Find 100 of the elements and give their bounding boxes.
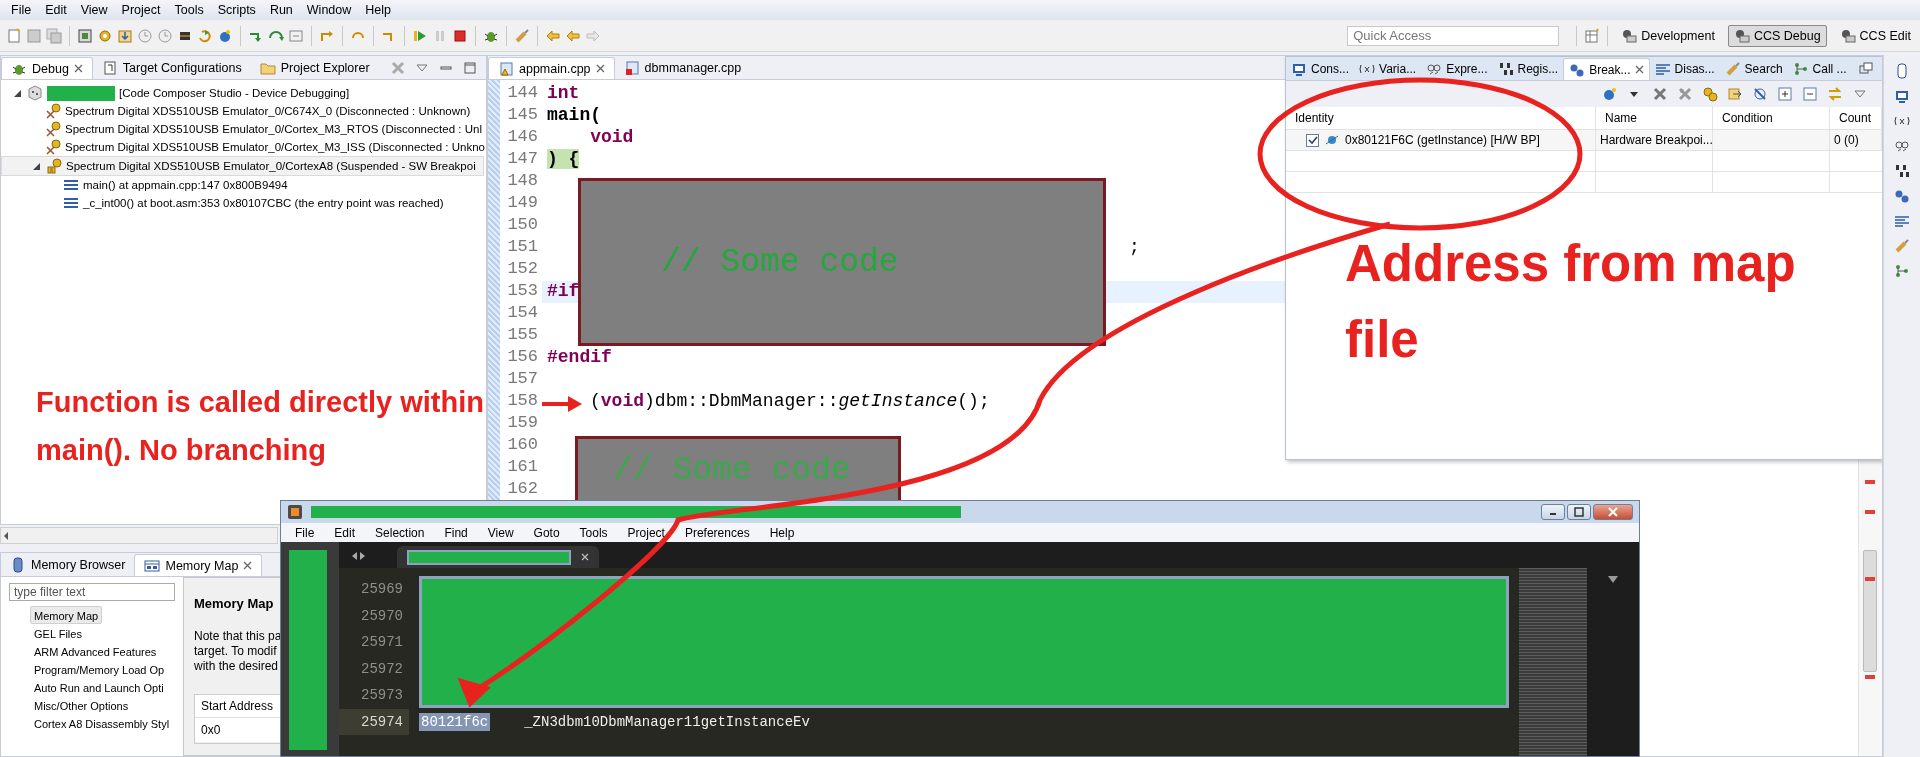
tree-item[interactable]: Spectrum Digital XDS510USB Emulator_0/C674X_0 (Disconnected : Unknown) <box>1 102 486 120</box>
close-icon[interactable] <box>73 64 83 73</box>
new-breakpoint-icon[interactable] <box>1602 86 1618 102</box>
tab[interactable]: Target Configurations <box>92 57 251 79</box>
tab[interactable]: Disas... <box>1649 58 1720 80</box>
tab[interactable]: Break... <box>1563 58 1650 80</box>
tree-item[interactable]: Spectrum Digital XDS510USB Emulator_0/Cortex_M3_ISS (Disconnected : Unkno <box>1 138 486 156</box>
remove-icon[interactable] <box>1652 86 1668 102</box>
category-item[interactable]: GEL Files <box>30 624 86 642</box>
scrollbar-thumb[interactable] <box>1863 550 1877 672</box>
lines-icon[interactable] <box>1894 213 1910 229</box>
category-item[interactable]: Auto Run and Launch Opti <box>30 678 168 696</box>
glasses-icon[interactable] <box>1894 138 1910 154</box>
tab[interactable]: Expre... <box>1421 58 1493 80</box>
menu-item[interactable]: Find <box>434 525 478 540</box>
minimize-button[interactable] <box>1541 504 1565 520</box>
close-icon[interactable] <box>1634 65 1644 74</box>
error-marker[interactable] <box>1865 510 1875 514</box>
line-number: 25974 <box>339 708 409 735</box>
maximize-icon[interactable] <box>462 60 478 76</box>
breakpoints-icon[interactable] <box>1894 188 1910 204</box>
collapse-arrow-icon[interactable] <box>32 161 42 171</box>
menu-item[interactable]: Scripts <box>210 3 263 17</box>
tree-item[interactable]: Spectrum Digital XDS510USB Emulator_0/CortexA8 (Suspended - SW Breakpoi <box>1 156 484 176</box>
monitor-icon[interactable] <box>1894 88 1910 104</box>
menu-item[interactable]: Edit <box>38 3 74 17</box>
binary-icon[interactable] <box>1894 163 1910 179</box>
remove-all-icon[interactable] <box>1677 86 1693 102</box>
tab[interactable]: Memory Browser <box>1 554 135 576</box>
tab[interactable]: appmain.cpp <box>488 57 615 79</box>
tab[interactable]: Varia... <box>1354 58 1422 80</box>
column-header: Condition <box>1713 107 1830 130</box>
menu-item[interactable]: Help <box>759 525 805 540</box>
tab[interactable]: Regis... <box>1492 58 1564 80</box>
brush-icon[interactable] <box>514 27 530 44</box>
checkbox[interactable] <box>1306 133 1319 147</box>
dropdown-icon[interactable] <box>1607 574 1619 584</box>
menu-item[interactable]: View <box>73 3 115 17</box>
expand-all-icon[interactable] <box>1777 86 1793 102</box>
close-icon[interactable] <box>595 64 605 73</box>
quick-access-field[interactable]: Quick Access <box>1347 25 1560 46</box>
perspective-button[interactable]: CCS Debug <box>1727 24 1827 47</box>
category-item[interactable]: Misc/Other Options <box>30 696 133 714</box>
open-perspective-icon[interactable] <box>1584 27 1601 44</box>
sphere-icon[interactable] <box>217 27 233 44</box>
tab[interactable]: Project Explorer <box>250 57 379 79</box>
menu-item[interactable]: File <box>285 525 325 540</box>
tree-item[interactable]: [Code Composer Studio - Device Debugging] <box>1 84 486 102</box>
tree-item[interactable]: Spectrum Digital XDS510USB Emulator_0/Cortex_M3_RTOS (Disconnected : Unl <box>1 120 486 138</box>
tab[interactable]: Cons... <box>1286 58 1354 80</box>
menu-item[interactable]: Window <box>299 3 359 17</box>
error-marker[interactable] <box>1865 675 1875 679</box>
menu-item[interactable]: Edit <box>324 525 366 540</box>
close-button[interactable] <box>1593 504 1633 520</box>
menu-item[interactable]: File <box>4 3 39 17</box>
menu-item[interactable]: Goto <box>523 525 570 540</box>
gears-icon[interactable] <box>1702 86 1718 102</box>
maximize-button[interactable] <box>1567 504 1591 520</box>
line-number: 156 <box>506 347 539 368</box>
filter-field[interactable]: type filter text <box>9 583 175 601</box>
error-marker[interactable] <box>1865 480 1875 484</box>
flashlight-icon[interactable] <box>1894 238 1910 254</box>
tree-item[interactable]: main() at appmain.cpp:147 0x800B9494 <box>1 176 486 194</box>
tree-item[interactable]: _c_int00() at boot.asm:353 0x80107CBC (the entry point was reached) <box>1 194 486 212</box>
menu-item[interactable]: Help <box>358 3 398 17</box>
skip-breakpoints-icon[interactable] <box>1752 86 1768 102</box>
menu-item[interactable]: View <box>477 525 524 540</box>
category-item[interactable]: Memory Map <box>30 606 103 624</box>
menu-item[interactable]: Preferences <box>674 525 760 540</box>
perspective-button[interactable]: Development <box>1615 24 1721 47</box>
error-marker[interactable] <box>1865 577 1875 581</box>
menu-item[interactable]: Project <box>617 525 675 540</box>
tab[interactable]: Search <box>1719 58 1788 80</box>
hierarchy-icon[interactable] <box>1894 263 1910 279</box>
stop-icon[interactable] <box>452 27 468 44</box>
tab[interactable]: dbmmanager.cpp <box>614 57 751 79</box>
go-to-file-icon[interactable] <box>1727 86 1743 102</box>
perspective-button[interactable]: CCS Edit <box>1833 24 1917 47</box>
remove-all-icon[interactable] <box>390 60 406 76</box>
tab[interactable]: Debug <box>1 57 93 79</box>
tab[interactable]: Call ... <box>1787 58 1852 80</box>
collapse-arrow-icon[interactable] <box>13 88 23 98</box>
category-item[interactable]: ARM Advanced Features <box>30 642 161 660</box>
horizontal-scrollbar[interactable] <box>0 527 278 544</box>
download-icon[interactable] <box>117 27 133 44</box>
menu-item[interactable]: Tools <box>167 3 211 17</box>
menu-item[interactable]: Selection <box>365 525 435 540</box>
new-file-icon[interactable] <box>6 27 22 44</box>
file-tab[interactable] <box>397 546 599 568</box>
tab[interactable]: Memory Map <box>134 554 263 576</box>
menu-item[interactable]: Run <box>262 3 300 17</box>
category-item[interactable]: Program/Memory Load Op <box>30 660 169 678</box>
category-item[interactable]: Cortex A8 Disassembly Styl <box>30 714 174 732</box>
collapse-all-icon[interactable] <box>1802 86 1818 102</box>
nav-arrows-icon[interactable] <box>351 550 367 562</box>
menu-item[interactable]: Tools <box>569 525 618 540</box>
close-icon[interactable] <box>581 553 589 561</box>
close-icon[interactable] <box>243 561 253 570</box>
link-icon[interactable] <box>1827 86 1843 102</box>
menu-item[interactable]: Project <box>114 3 168 17</box>
